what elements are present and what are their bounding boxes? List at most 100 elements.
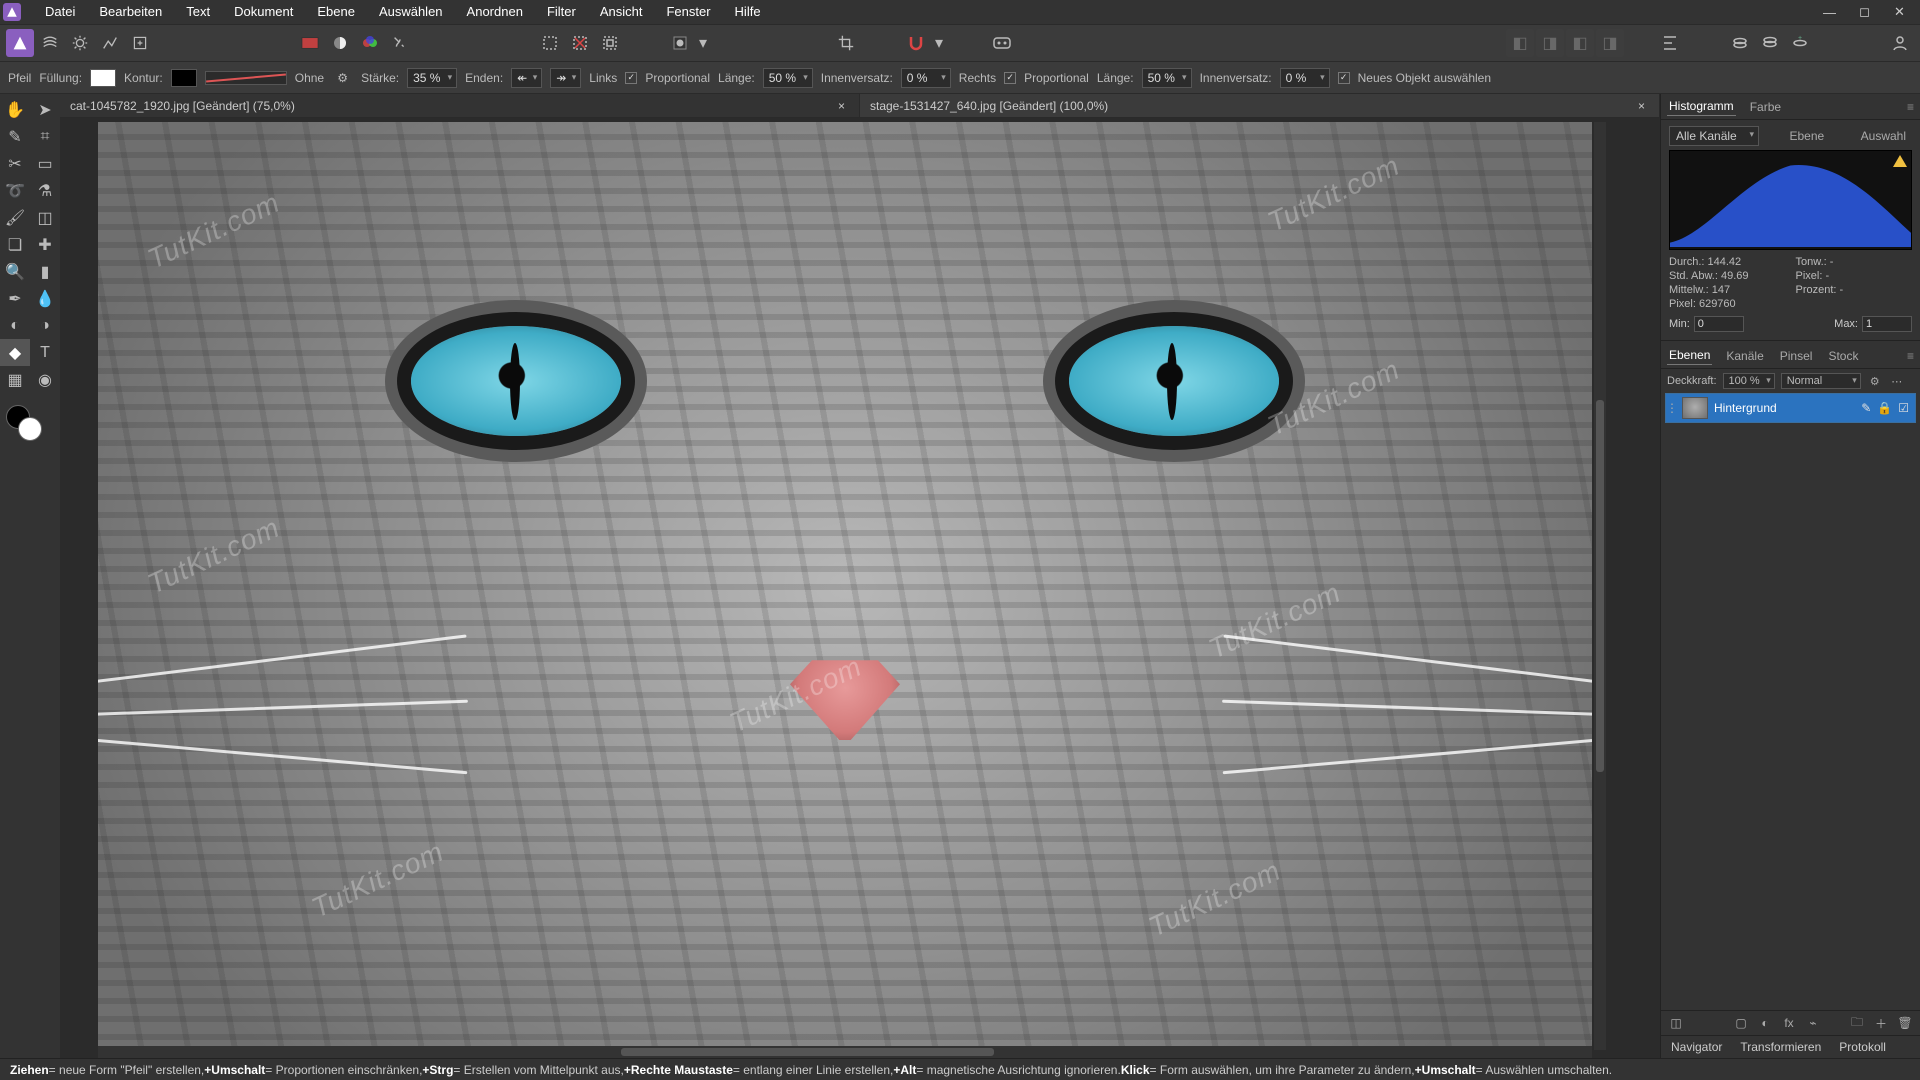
quickmask-icon[interactable] — [666, 29, 694, 57]
document-tab-2-close-icon[interactable]: × — [1634, 99, 1649, 113]
selection-brush-icon[interactable]: ✂ — [0, 150, 30, 177]
persona-export-icon[interactable] — [126, 29, 154, 57]
layers-group-icon[interactable]: 🗀 — [1848, 1014, 1866, 1032]
panel-tab-histogramm[interactable]: Histogramm — [1667, 97, 1736, 116]
new-object-check[interactable]: ✓ — [1338, 72, 1350, 84]
text-tool-icon[interactable]: T — [30, 339, 60, 366]
autocontrast-icon[interactable] — [326, 29, 354, 57]
erase-tool-icon[interactable]: ◫ — [30, 204, 60, 231]
foreground-color-swatch[interactable] — [18, 417, 42, 441]
histogram-source-ebene[interactable]: Ebene — [1783, 128, 1830, 144]
histogram-channel-select[interactable]: Alle Kanäle — [1669, 126, 1759, 146]
layer-settings-icon[interactable]: ⚙ — [1867, 375, 1883, 388]
stroke-options-icon[interactable]: ⚙ — [332, 67, 353, 88]
left-inset-select[interactable]: 0 % — [901, 68, 951, 88]
addlayer-icon[interactable] — [1726, 29, 1754, 57]
right-length-select[interactable]: 50 % — [1142, 68, 1192, 88]
crop-icon[interactable] — [832, 29, 860, 57]
layers-mask-icon[interactable]: ▢ — [1732, 1014, 1750, 1032]
account-icon[interactable] — [1886, 29, 1914, 57]
quickmask-drop-icon[interactable]: ▾ — [696, 29, 710, 57]
panel-menu-icon[interactable]: ≡ — [1907, 100, 1914, 114]
strength-select[interactable]: 35 % — [407, 68, 457, 88]
stroke-style-preview[interactable] — [205, 71, 287, 85]
selectnone-icon[interactable] — [536, 29, 564, 57]
shape-tool-icon[interactable]: ◆ — [0, 339, 30, 366]
menu-filter[interactable]: Filter — [535, 0, 588, 24]
layers-adjust-icon[interactable]: ◐ — [1756, 1014, 1774, 1032]
dodge-tool-icon[interactable]: ◐ — [0, 312, 30, 339]
panel-tab-kanaele[interactable]: Kanäle — [1724, 347, 1765, 365]
histogram-source-auswahl[interactable]: Auswahl — [1855, 128, 1912, 144]
snap-icon[interactable] — [902, 29, 930, 57]
layers-add-icon[interactable]: ＋ — [1872, 1014, 1890, 1032]
layers-maskfrom-icon[interactable]: ◫ — [1667, 1014, 1685, 1032]
vertical-scrollbar-thumb[interactable] — [1596, 400, 1604, 771]
horizontal-scrollbar[interactable] — [98, 1046, 1592, 1058]
hist-max-input[interactable] — [1862, 316, 1912, 332]
left-length-select[interactable]: 50 % — [763, 68, 813, 88]
menu-text[interactable]: Text — [174, 0, 222, 24]
blend-select[interactable]: Normal — [1781, 373, 1861, 389]
move-tool-icon[interactable]: ➤ — [30, 96, 60, 123]
marquee-tool-icon[interactable]: ▭ — [30, 150, 60, 177]
canvas-area[interactable]: TutKit.com TutKit.com TutKit.com TutKit.… — [60, 118, 1660, 1058]
stroke-swatch[interactable] — [171, 69, 197, 87]
livelayer-icon[interactable]: + — [1786, 29, 1814, 57]
arrange-back-icon[interactable]: ◧ — [1506, 29, 1534, 57]
autolevel-icon[interactable] — [386, 29, 414, 57]
lasso-tool-icon[interactable]: ➰ — [0, 177, 30, 204]
persona-develop-icon[interactable] — [66, 29, 94, 57]
vertical-scrollbar[interactable] — [1594, 122, 1606, 1050]
layer-name[interactable]: Hintergrund — [1714, 401, 1855, 415]
selectall-icon[interactable] — [596, 29, 624, 57]
heal-tool-icon[interactable]: ✚ — [30, 231, 60, 258]
gradient-tool-icon[interactable]: ▮ — [30, 258, 60, 285]
smudge-tool-icon[interactable]: 💧 — [30, 285, 60, 312]
document-tab-2[interactable]: stage-1531427_640.jpg [Geändert] (100,0%… — [860, 94, 1660, 117]
layer-drag-handle-icon[interactable]: ⋮ — [1666, 401, 1676, 415]
layer-thumbnail[interactable] — [1682, 397, 1708, 419]
menu-ansicht[interactable]: Ansicht — [588, 0, 655, 24]
close-button[interactable]: ✕ — [1882, 0, 1917, 24]
menu-ebene[interactable]: Ebene — [305, 0, 367, 24]
right-proportional-check[interactable]: ✓ — [1004, 72, 1016, 84]
arrange-forward-icon[interactable]: ◧ — [1566, 29, 1594, 57]
panel-tab-ebenen[interactable]: Ebenen — [1667, 346, 1712, 365]
flood-tool-icon[interactable]: ⚗ — [30, 177, 60, 204]
menu-fenster[interactable]: Fenster — [654, 0, 722, 24]
panel-tab-navigator[interactable]: Navigator — [1671, 1040, 1722, 1054]
hand-tool-icon[interactable]: ✋ — [0, 96, 30, 123]
menu-datei[interactable]: Datei — [33, 0, 87, 24]
persona-photo-icon[interactable] — [6, 29, 34, 57]
panel-tab-protokoll[interactable]: Protokoll — [1839, 1040, 1886, 1054]
align-icon[interactable] — [1656, 29, 1684, 57]
brush-tool-icon[interactable]: 🖌 — [0, 204, 30, 231]
panel-tab-stock[interactable]: Stock — [1826, 347, 1860, 365]
menu-bearbeiten[interactable]: Bearbeiten — [87, 0, 174, 24]
zoom-tool-icon[interactable]: 🔍 — [0, 258, 30, 285]
layer-lock-icon[interactable]: 🔒 — [1877, 401, 1892, 415]
minimize-button[interactable]: ― — [1812, 0, 1847, 24]
menu-anordnen[interactable]: Anordnen — [455, 0, 535, 24]
menu-auswaehlen[interactable]: Auswählen — [367, 0, 455, 24]
layer-row[interactable]: ⋮ Hintergrund ✎ 🔒 ☑ — [1665, 393, 1916, 423]
autocolor-icon[interactable] — [296, 29, 324, 57]
persona-liquify-icon[interactable] — [36, 29, 64, 57]
mesh-tool-icon[interactable]: ▦ — [0, 366, 30, 393]
menu-hilfe[interactable]: Hilfe — [723, 0, 773, 24]
canvas[interactable]: TutKit.com TutKit.com TutKit.com TutKit.… — [98, 122, 1592, 1050]
layers-delete-icon[interactable]: 🗑 — [1896, 1014, 1914, 1032]
panel-tab-pinsel[interactable]: Pinsel — [1778, 347, 1815, 365]
selectinvert-icon[interactable] — [566, 29, 594, 57]
end-right-select[interactable]: ↠ — [550, 68, 581, 88]
pen-tool-icon[interactable]: ✒ — [0, 285, 30, 312]
perspective-tool-icon[interactable]: ◉ — [30, 366, 60, 393]
hist-min-input[interactable] — [1694, 316, 1744, 332]
panel-tab-transform[interactable]: Transformieren — [1740, 1040, 1821, 1054]
document-tab-1-close-icon[interactable]: × — [834, 99, 849, 113]
burn-tool-icon[interactable]: ◑ — [30, 312, 60, 339]
autowhite-icon[interactable] — [356, 29, 384, 57]
layer-edit-icon[interactable]: ✎ — [1861, 401, 1871, 415]
opacity-select[interactable]: 100 % — [1723, 373, 1775, 389]
